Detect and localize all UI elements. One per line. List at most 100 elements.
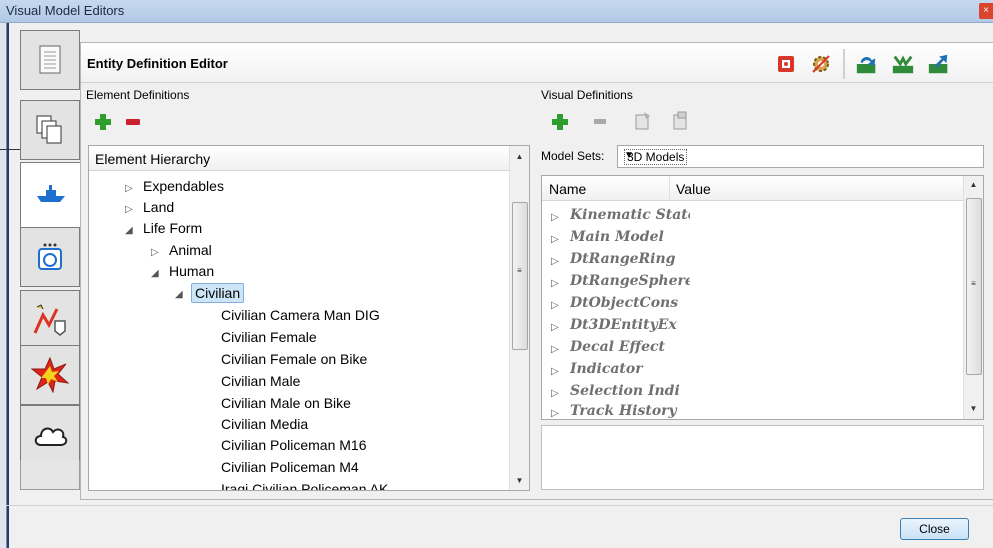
- plus-icon: [552, 114, 568, 130]
- visual-definitions-label: Visual Definitions: [541, 88, 633, 102]
- header-separator: [843, 49, 845, 79]
- model-sets-dropdown[interactable]: 3D Models ▼: [617, 145, 984, 168]
- explosion-icon: [31, 357, 69, 393]
- grid-item[interactable]: DtRangeRing: [570, 251, 690, 267]
- expand-arrow-icon[interactable]: ▷: [125, 183, 133, 194]
- tab-sensors[interactable]: [20, 227, 80, 287]
- expand-arrow-icon[interactable]: ▷: [551, 256, 559, 267]
- export-icon: [928, 54, 948, 74]
- element-definitions-label: Element Definitions: [86, 88, 190, 102]
- expand-arrow-icon[interactable]: ▷: [551, 344, 559, 355]
- copy-visual-button-disabled[interactable]: [672, 111, 692, 131]
- expand-arrow-icon[interactable]: ▷: [551, 234, 559, 245]
- grid-item[interactable]: Kinematic State: [570, 207, 690, 223]
- ship-icon: [37, 185, 65, 202]
- tree-node-leaf[interactable]: Civilian Male: [221, 373, 300, 389]
- grid-item[interactable]: Track History: [570, 403, 690, 419]
- tree-node-human[interactable]: Human: [169, 263, 214, 279]
- tree-node-leaf[interactable]: Civilian Media: [221, 416, 308, 432]
- collapse-arrow-icon[interactable]: ◢: [175, 289, 183, 300]
- element-tree[interactable]: Element Hierarchy ▲ ≡ ▼ ▷ Expendables ▷ …: [88, 145, 530, 491]
- scroll-up-icon[interactable]: ▲: [964, 180, 983, 189]
- tree-node-leaf[interactable]: Civilian Female: [221, 329, 317, 345]
- left-frame-edge: [7, 23, 9, 548]
- tree-scrollbar[interactable]: ▲ ≡ ▼: [509, 146, 529, 490]
- grid-item[interactable]: Selection Indi: [570, 383, 690, 399]
- close-button[interactable]: Close: [900, 518, 969, 540]
- expand-arrow-icon[interactable]: ▷: [551, 322, 559, 333]
- tab-copies[interactable]: [20, 100, 80, 160]
- expand-arrow-icon[interactable]: ▷: [551, 366, 559, 377]
- tab-effects[interactable]: [20, 345, 80, 405]
- remove-visual-button-disabled[interactable]: [594, 119, 606, 124]
- sidebar-empty-area: [20, 460, 80, 490]
- edit-visual-button-disabled[interactable]: [634, 111, 654, 131]
- tree-node-leaf[interactable]: Civilian Male on Bike: [221, 395, 351, 411]
- add-element-button[interactable]: [95, 114, 111, 130]
- grid-item[interactable]: Decal Effect: [570, 339, 690, 355]
- scroll-down-icon[interactable]: ▼: [510, 476, 529, 485]
- sensor-icon: [38, 243, 62, 270]
- tree-node-leaf[interactable]: Civilian Policeman M16: [221, 437, 367, 453]
- document-edit-icon: [635, 112, 650, 130]
- document-icon: [39, 45, 61, 74]
- import-button[interactable]: [855, 52, 879, 76]
- merge-icon: [892, 55, 914, 74]
- window-close-button[interactable]: ×: [979, 3, 993, 19]
- collapse-arrow-icon[interactable]: ◢: [125, 225, 133, 236]
- import-icon: [856, 57, 876, 74]
- expand-arrow-icon[interactable]: ▷: [551, 300, 559, 311]
- grid-item[interactable]: DtRangeSphere: [570, 273, 690, 289]
- cloud-icon: [34, 427, 68, 446]
- grid-item[interactable]: DtObjectCons: [570, 295, 690, 311]
- expand-arrow-icon[interactable]: ▷: [551, 212, 559, 223]
- path-icon: [33, 304, 66, 336]
- tab-naval[interactable]: [20, 162, 81, 228]
- column-divider[interactable]: [669, 176, 670, 200]
- tree-node-leaf[interactable]: Civilian Policeman M4: [221, 459, 359, 475]
- tree-node-civilian-selected[interactable]: Civilian: [191, 283, 245, 303]
- grid-item[interactable]: Indicator: [570, 361, 690, 377]
- merge-button[interactable]: [891, 52, 915, 76]
- expand-arrow-icon[interactable]: ▷: [551, 388, 559, 399]
- tab-documents[interactable]: [20, 30, 80, 90]
- grid-item[interactable]: Main Model: [570, 229, 690, 245]
- add-visual-button[interactable]: [552, 114, 568, 130]
- tree-node-expendables[interactable]: Expendables: [143, 178, 224, 194]
- column-value-header[interactable]: Value: [676, 181, 711, 197]
- column-name-header[interactable]: Name: [549, 181, 586, 197]
- export-button[interactable]: [927, 52, 951, 76]
- collapse-arrow-icon[interactable]: ◢: [151, 268, 159, 279]
- footer-separator: [6, 505, 993, 506]
- record-button[interactable]: [774, 52, 798, 76]
- expand-arrow-icon[interactable]: ▷: [151, 247, 159, 258]
- scroll-down-icon[interactable]: ▼: [964, 404, 983, 413]
- expand-arrow-icon[interactable]: ▷: [551, 408, 559, 419]
- tree-node-leaf[interactable]: Civilian Female on Bike: [221, 351, 367, 367]
- copy-pages-icon: [36, 115, 62, 144]
- tree-node-leaf[interactable]: Civilian Camera Man DIG: [221, 307, 380, 323]
- tree-node-life-form[interactable]: Life Form: [143, 220, 202, 236]
- plus-icon: [95, 114, 111, 130]
- document-copy-icon: [673, 111, 687, 130]
- tree-header-label: Element Hierarchy: [95, 151, 211, 167]
- tree-node-animal[interactable]: Animal: [169, 242, 212, 258]
- tree-node-leaf[interactable]: Iraqi Civilian Policeman AK: [221, 481, 388, 490]
- expand-arrow-icon[interactable]: ▷: [551, 278, 559, 289]
- window-title: Visual Model Editors: [6, 3, 125, 18]
- expand-arrow-icon[interactable]: ▷: [125, 204, 133, 215]
- scroll-grip-icon: ≡: [517, 266, 522, 275]
- tab-paths[interactable]: [20, 290, 80, 350]
- grid-item[interactable]: Dt3DEntityEx: [570, 317, 690, 333]
- model-sets-label: Model Sets:: [541, 149, 605, 163]
- settings-button[interactable]: [809, 52, 833, 76]
- visual-properties-grid[interactable]: Name Value ▲ ≡ ▼ ▷ Kinematic State ▷ Mai…: [541, 175, 984, 420]
- remove-element-button[interactable]: [126, 119, 140, 125]
- tab-weather[interactable]: [20, 405, 80, 465]
- window-titlebar: Visual Model Editors ×: [0, 0, 993, 23]
- tree-scroll-thumb[interactable]: [512, 202, 528, 350]
- property-description-box: [541, 425, 984, 490]
- tree-node-land[interactable]: Land: [143, 199, 174, 215]
- scroll-up-icon[interactable]: ▲: [510, 152, 529, 161]
- grid-scrollbar[interactable]: ▲ ≡ ▼: [963, 176, 983, 419]
